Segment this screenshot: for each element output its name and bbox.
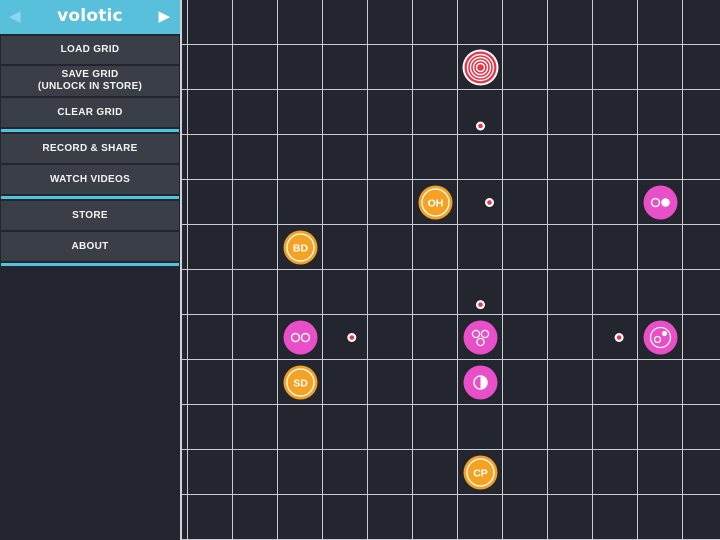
node-label: BD: [293, 243, 309, 255]
app-title: volotic: [57, 6, 123, 26]
menu-separator: [1, 129, 179, 132]
forward-arrow-icon[interactable]: ▶: [158, 6, 170, 26]
sidebar: ◀ volotic ▶ LOAD GRID SAVE GRID (UNLOCK …: [0, 0, 180, 540]
cycle-icon: [661, 330, 668, 337]
node-label: OH: [428, 198, 444, 210]
save-grid-label: SAVE GRID: [61, 69, 119, 80]
clear-grid-button[interactable]: CLEAR GRID: [1, 98, 179, 127]
watch-videos-label: WATCH VIDEOS: [49, 173, 131, 185]
dots-filled-icon: [661, 198, 670, 207]
node-label: SD: [293, 378, 308, 390]
pulse-inner: [478, 302, 483, 307]
save-grid-unlock-label: (UNLOCK IN STORE): [37, 81, 143, 92]
load-grid-button[interactable]: LOAD GRID: [1, 36, 179, 64]
grid-lines: [182, 0, 720, 540]
store-label: STORE: [72, 209, 108, 221]
about-button[interactable]: ABOUT: [1, 232, 179, 261]
node-target[interactable]: [462, 49, 499, 86]
clear-grid-label: CLEAR GRID: [57, 106, 123, 118]
menu-separator: [1, 263, 179, 266]
pulse-marker: [485, 198, 494, 207]
pulse-inner: [487, 200, 492, 205]
title-bar: ◀ volotic ▶: [0, 0, 180, 34]
node-pink-right-7[interactable]: [643, 320, 678, 355]
pulse-marker: [614, 333, 624, 342]
watch-videos-button[interactable]: WATCH VIDEOS: [1, 165, 179, 194]
pulse-inner: [478, 123, 483, 129]
save-grid-button[interactable]: SAVE GRID (UNLOCK IN STORE): [1, 66, 179, 96]
sequencer-grid[interactable]: OH BD SD CP: [180, 0, 720, 540]
node-pink-center-7[interactable]: [463, 320, 498, 355]
record-share-button[interactable]: RECORD & SHARE: [1, 134, 179, 163]
pink-node-icon: [643, 185, 678, 220]
store-button[interactable]: STORE: [1, 201, 179, 230]
node-label: CP: [473, 468, 488, 480]
node-pink-left-7[interactable]: [283, 320, 318, 355]
pink-node-icon: [463, 320, 498, 355]
node-oh[interactable]: OH: [418, 185, 453, 220]
menu-separator: [1, 196, 179, 199]
pink-node-icon: [283, 320, 318, 355]
load-grid-label: LOAD GRID: [60, 44, 120, 55]
pulse-marker: [347, 333, 357, 342]
about-label: ABOUT: [71, 240, 109, 252]
pulse-inner: [349, 335, 355, 340]
pulse-marker: [476, 121, 485, 131]
record-share-label: RECORD & SHARE: [42, 142, 138, 154]
pulse-marker: [476, 300, 485, 310]
node-pink-right-4[interactable]: [643, 185, 678, 220]
node-pink-half-8[interactable]: [463, 365, 498, 400]
pulse-inner: [616, 335, 622, 340]
node-bd[interactable]: BD: [283, 230, 318, 265]
grid-canvas[interactable]: OH BD SD CP: [182, 0, 720, 540]
target-ring: [464, 51, 497, 84]
node-sd[interactable]: SD: [283, 365, 318, 400]
node-cp[interactable]: CP: [463, 455, 498, 490]
